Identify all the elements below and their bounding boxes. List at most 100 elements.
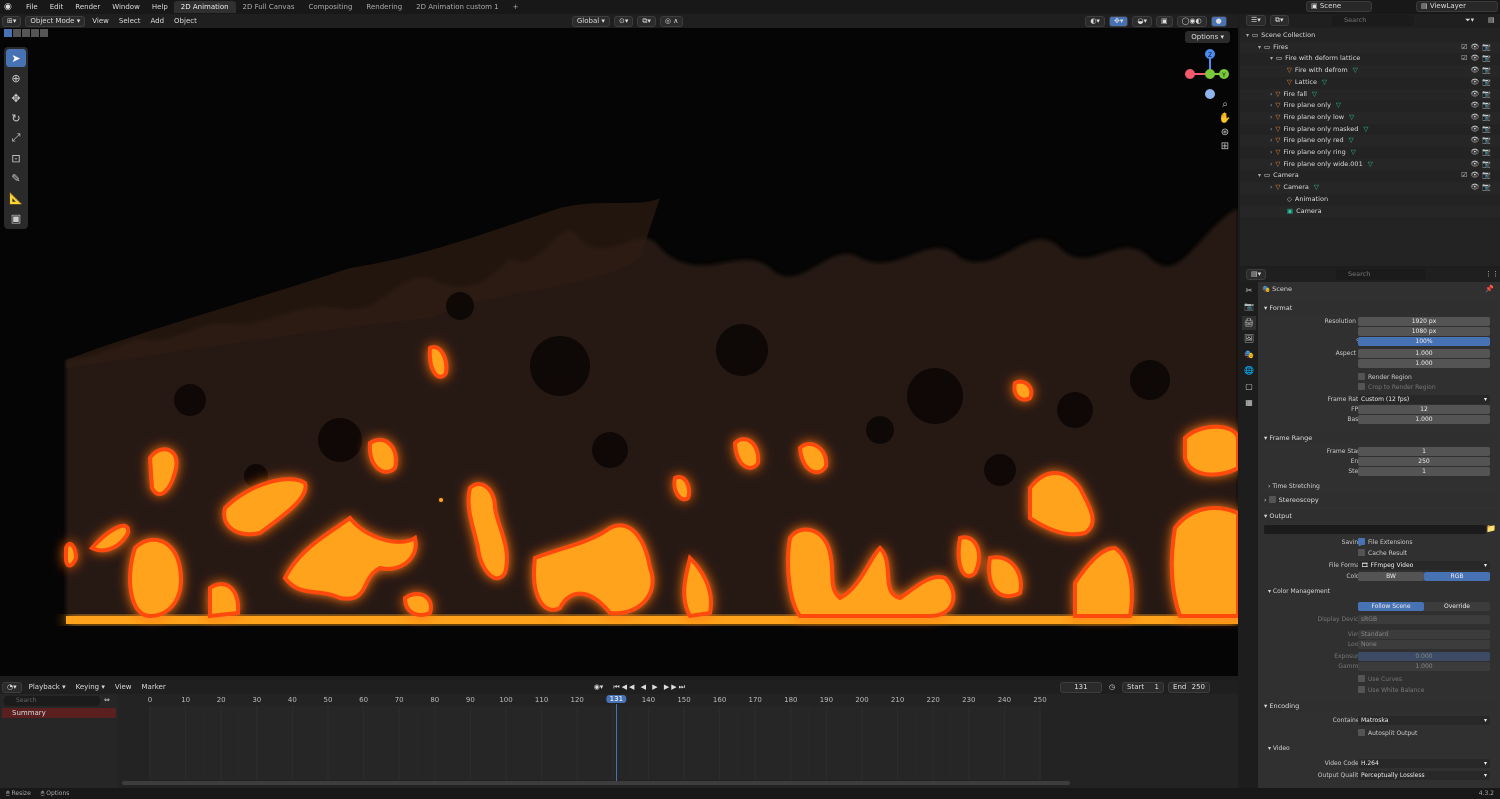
eye-icon[interactable]: 👁 [1470, 54, 1482, 62]
expand-chevron-icon[interactable] [1282, 79, 1284, 86]
menu-playback[interactable]: Playback ▾ [24, 683, 71, 691]
clock-icon[interactable]: ◷ [1104, 683, 1120, 691]
navigation-gizmo[interactable]: Z Y [1184, 48, 1236, 100]
folder-icon[interactable]: 📁 [1486, 524, 1496, 533]
outliner-row[interactable]: › ▽ Fire plane only masked ▽ 👁📷 [1240, 124, 1500, 136]
camera-render-icon[interactable]: 📷 [1482, 54, 1494, 62]
outliner-search-input[interactable]: Search [1332, 15, 1414, 26]
menu-add[interactable]: Add [145, 17, 169, 25]
pivot-icon[interactable]: ⊙▾ [613, 15, 634, 27]
world-tab-icon[interactable]: 🌐 [1242, 364, 1256, 378]
menu-view[interactable]: View [87, 17, 114, 25]
frame-end-field[interactable]: 250 [1358, 457, 1490, 466]
camera-render-icon[interactable]: 📷 [1482, 125, 1494, 133]
outliner-row[interactable]: › ▽ Fire plane only red ▽ 👁📷 [1240, 135, 1500, 147]
pan-hand-icon[interactable]: ✋ [1218, 112, 1232, 126]
file-format-dropdown[interactable]: 🎞 FFmpeg Video ▾ [1358, 561, 1490, 570]
fps-field[interactable]: 12 [1358, 405, 1490, 414]
outliner-row[interactable]: ▣ Camera [1240, 205, 1500, 218]
camera-render-icon[interactable]: 📷 [1482, 183, 1494, 191]
measure-tool-icon[interactable]: 📐 [6, 189, 26, 207]
outliner-row[interactable]: ▾ ▭ Fire with deform lattice ☑👁📷 [1240, 53, 1500, 65]
view-transform-field[interactable]: Standard [1358, 630, 1490, 639]
tab-rendering[interactable]: Rendering [359, 1, 409, 13]
menu-render[interactable]: Render [69, 3, 106, 11]
autosplit-checkbox[interactable]: Autosplit Output [1358, 729, 1417, 737]
outliner-row[interactable]: › ▽ Camera ▽ 👁📷 [1240, 182, 1500, 194]
display-mode-icon[interactable]: ⧉▾ [1270, 15, 1289, 26]
new-collection-icon[interactable]: ▤ [1488, 16, 1495, 24]
expand-chevron-icon[interactable]: ▾ [1258, 44, 1261, 51]
current-frame-field[interactable]: 131 [1059, 681, 1102, 693]
exclude-checkbox-icon[interactable]: ☑ [1461, 171, 1470, 179]
texture-tab-icon[interactable]: ▦ [1242, 396, 1256, 410]
outliner-row[interactable]: ▾ ▭ Camera ☑👁📷 [1240, 170, 1500, 182]
start-frame-field[interactable]: Start 1 [1122, 681, 1165, 693]
eye-icon[interactable]: 👁 [1470, 171, 1482, 179]
orientation-dropdown[interactable]: Global ▾ [571, 15, 610, 27]
menu-file[interactable]: File [20, 3, 44, 11]
base-field[interactable]: 1.000 [1358, 415, 1490, 424]
menu-select[interactable]: Select [114, 17, 146, 25]
camera-render-icon[interactable]: 📷 [1482, 171, 1494, 179]
menu-window[interactable]: Window [106, 3, 146, 11]
properties-search-input[interactable]: Search [1336, 269, 1426, 280]
eye-icon[interactable]: 👁 [1470, 90, 1482, 98]
editor-type-icon[interactable]: ⊞▾ [2, 15, 22, 27]
camera-render-icon[interactable]: 📷 [1482, 148, 1494, 156]
expand-chevron-icon[interactable]: ▾ [1258, 172, 1261, 179]
time-stretching-subpanel[interactable]: › Time Stretching [1268, 483, 1320, 490]
expand-chevron-icon[interactable] [1282, 208, 1284, 215]
filter-icon[interactable]: ⏷▾ [1465, 16, 1474, 25]
menu-edit[interactable]: Edit [44, 3, 70, 11]
expand-chevron-icon[interactable]: › [1270, 126, 1272, 133]
end-frame-field[interactable]: End 250 [1168, 681, 1211, 693]
camera-render-icon[interactable]: 📷 [1482, 101, 1494, 109]
camera-render-icon[interactable]: 📷 [1482, 160, 1494, 168]
resolution-x-field[interactable]: 1920 px [1358, 317, 1490, 326]
add-workspace-button[interactable]: + [506, 1, 526, 13]
visibility-toggles[interactable]: 👁📷 [1470, 147, 1494, 159]
aspect-x-field[interactable]: 1.000 [1358, 349, 1490, 358]
render-region-checkbox[interactable]: Render Region [1358, 373, 1412, 381]
zoom-icon[interactable]: ⌕ [1218, 98, 1232, 112]
expand-chevron-icon[interactable]: › [1270, 114, 1272, 121]
resolution-y-field[interactable]: 1080 px [1358, 327, 1490, 336]
visibility-toggles[interactable]: 👁📷 [1470, 182, 1494, 194]
frame-start-field[interactable]: 1 [1358, 447, 1490, 456]
cache-result-checkbox[interactable]: Cache Result [1358, 549, 1407, 557]
outliner-row[interactable]: ▾ ▭ Fires ☑👁📷 [1240, 41, 1500, 54]
visibility-toggles[interactable]: 👁📷 [1470, 124, 1494, 136]
move-tool-icon[interactable]: ✥ [6, 89, 26, 107]
rotate-tool-icon[interactable]: ↻ [6, 109, 26, 127]
3d-viewport[interactable]: ➤ ⊕ ✥ ↻ ⤢ ⊡ ✎ 📐 ▣ Options ▾ Z Y ⌕ ✋ ⊛ ⊞ [0, 28, 1238, 676]
outliner-row[interactable]: › ▽ Fire plane only ring ▽ 👁📷 [1240, 147, 1500, 159]
stereoscopy-panel-header[interactable]: › Stereoscopy [1260, 494, 1496, 506]
eye-icon[interactable]: 👁 [1470, 78, 1482, 86]
pin-context-icon[interactable]: 📌 [1485, 285, 1494, 293]
select-new-icon[interactable] [4, 29, 12, 37]
outliner-row[interactable]: ▽ Lattice ▽ 👁📷 [1240, 77, 1500, 89]
visibility-toggles[interactable]: ☑👁📷 [1461, 42, 1494, 54]
camera-render-icon[interactable]: 📷 [1482, 90, 1494, 98]
expand-chevron-icon[interactable]: › [1270, 102, 1272, 109]
display-device-field[interactable]: sRGB [1358, 615, 1490, 624]
transform-tool-icon[interactable]: ⊡ [6, 149, 26, 167]
timeline-frames[interactable]: 0 10 20 30 40 50 60 70 80 90 100 110 120 140 150 160 170… [118, 694, 1238, 788]
expand-chevron-icon[interactable]: › [1270, 161, 1272, 168]
eye-icon[interactable]: 👁 [1470, 125, 1482, 133]
video-codec-dropdown[interactable]: H.264 ▾ [1358, 759, 1490, 768]
output-quality-dropdown[interactable]: Perceptually Lossless ▾ [1358, 771, 1490, 780]
cursor-tool-icon[interactable]: ⊕ [6, 69, 26, 87]
tab-2d-animation[interactable]: 2D Animation [173, 1, 236, 13]
color-management-subpanel[interactable]: ▾ Color Management [1268, 588, 1330, 595]
snap-icon[interactable]: ⧉▾ [637, 15, 656, 27]
container-dropdown[interactable]: Matroska ▾ [1358, 716, 1490, 725]
menu-marker[interactable]: Marker [137, 683, 171, 691]
gizmo-toggle-icon[interactable]: ✥▾ [1108, 15, 1129, 27]
camera-render-icon[interactable]: 📷 [1482, 43, 1494, 51]
scene-tab-icon[interactable]: 🎭 [1242, 348, 1256, 362]
frame-rate-dropdown[interactable]: Custom (12 fps) ▾ [1358, 395, 1490, 404]
tab-2d-full-canvas[interactable]: 2D Full Canvas [236, 1, 302, 13]
outliner-row[interactable]: › ▽ Fire fall ▽ 👁📷 [1240, 88, 1500, 101]
